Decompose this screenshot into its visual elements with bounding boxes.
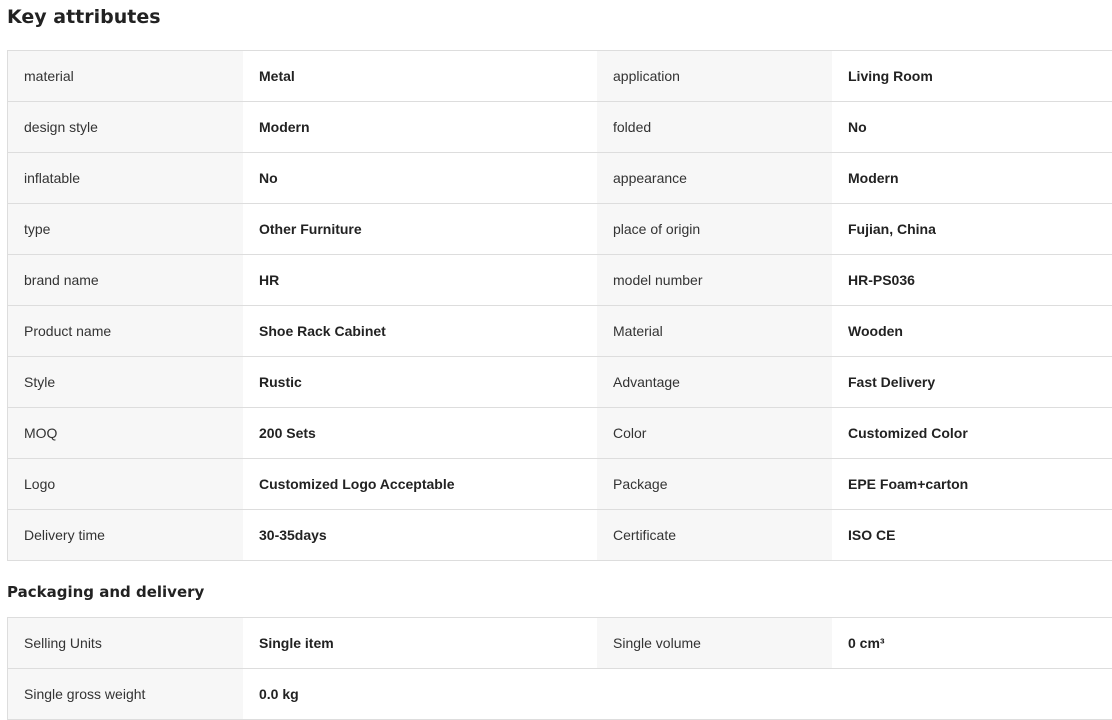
attribute-label: Logo [8, 459, 243, 509]
attribute-label: application [597, 51, 832, 101]
attribute-value: Other Furniture [243, 204, 597, 254]
attribute-value: 30-35days [243, 510, 597, 560]
attribute-label: Selling Units [8, 618, 243, 668]
table-row: material Metal application Living Room [8, 51, 1112, 102]
attribute-label: Advantage [597, 357, 832, 407]
attribute-value: 0 cm³ [832, 618, 1112, 668]
table-row: inflatable No appearance Modern [8, 153, 1112, 204]
attribute-value: EPE Foam+carton [832, 459, 1112, 509]
key-attributes-table: material Metal application Living Room d… [7, 50, 1112, 561]
attribute-label: Certificate [597, 510, 832, 560]
attribute-value: 0.0 kg [243, 669, 597, 719]
table-row: brand name HR model number HR-PS036 [8, 255, 1112, 306]
attribute-value: Fujian, China [832, 204, 1112, 254]
empty-cell [832, 669, 1112, 719]
table-row: Logo Customized Logo Acceptable Package … [8, 459, 1112, 510]
attribute-value: Customized Color [832, 408, 1112, 458]
attribute-value: Single item [243, 618, 597, 668]
attribute-value: Modern [243, 102, 597, 152]
attribute-value: Rustic [243, 357, 597, 407]
table-row: Style Rustic Advantage Fast Delivery [8, 357, 1112, 408]
attribute-value: HR [243, 255, 597, 305]
attribute-value: ISO CE [832, 510, 1112, 560]
attribute-label: appearance [597, 153, 832, 203]
attribute-value: No [243, 153, 597, 203]
attribute-label: material [8, 51, 243, 101]
attribute-label: type [8, 204, 243, 254]
attribute-value: No [832, 102, 1112, 152]
attribute-value: HR-PS036 [832, 255, 1112, 305]
packaging-delivery-title: Packaging and delivery [7, 583, 205, 601]
attribute-label: design style [8, 102, 243, 152]
attribute-label: Product name [8, 306, 243, 356]
attribute-value: Customized Logo Acceptable [243, 459, 597, 509]
table-row: type Other Furniture place of origin Fuj… [8, 204, 1112, 255]
attribute-label: Material [597, 306, 832, 356]
attribute-label: Color [597, 408, 832, 458]
table-row: MOQ 200 Sets Color Customized Color [8, 408, 1112, 459]
table-row: Delivery time 30-35days Certificate ISO … [8, 510, 1112, 561]
attribute-label: brand name [8, 255, 243, 305]
packaging-delivery-table: Selling Units Single item Single volume … [7, 617, 1112, 720]
attribute-label: Delivery time [8, 510, 243, 560]
attribute-label: Single gross weight [8, 669, 243, 719]
attribute-label: model number [597, 255, 832, 305]
attribute-value: Living Room [832, 51, 1112, 101]
attribute-label: MOQ [8, 408, 243, 458]
attribute-label: Single volume [597, 618, 832, 668]
attribute-value: Metal [243, 51, 597, 101]
attribute-label: place of origin [597, 204, 832, 254]
attribute-label: Package [597, 459, 832, 509]
table-row: Single gross weight 0.0 kg [8, 669, 1112, 720]
key-attributes-title: Key attributes [7, 6, 161, 28]
attribute-label: inflatable [8, 153, 243, 203]
attribute-label: folded [597, 102, 832, 152]
table-row: Product name Shoe Rack Cabinet Material … [8, 306, 1112, 357]
attribute-value: Wooden [832, 306, 1112, 356]
empty-cell [597, 669, 832, 719]
attribute-value: Shoe Rack Cabinet [243, 306, 597, 356]
attribute-value: 200 Sets [243, 408, 597, 458]
attribute-value: Fast Delivery [832, 357, 1112, 407]
attribute-label: Style [8, 357, 243, 407]
table-row: Selling Units Single item Single volume … [8, 618, 1112, 669]
attribute-value: Modern [832, 153, 1112, 203]
table-row: design style Modern folded No [8, 102, 1112, 153]
